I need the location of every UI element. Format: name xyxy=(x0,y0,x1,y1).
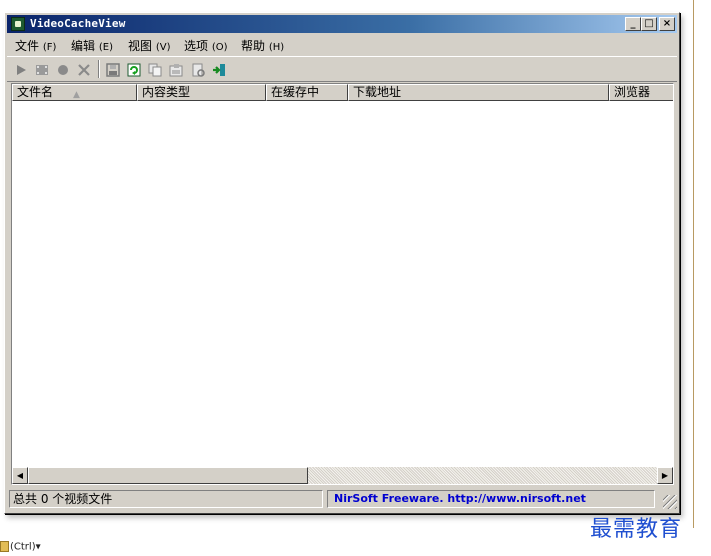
column-header-in-cache[interactable]: 在缓存中 xyxy=(266,84,348,101)
list-header: 文件名 ▲ 内容类型 在缓存中 下载地址 浏览器 xyxy=(12,84,673,101)
play-icon[interactable] xyxy=(13,62,29,78)
menu-edit[interactable]: 编辑 (E) xyxy=(71,37,113,54)
nirsoft-link[interactable]: NirSoft Freeware. http://www.nirsoft.net xyxy=(327,490,655,508)
toolbar-separator xyxy=(98,60,100,78)
video-list[interactable]: 文件名 ▲ 内容类型 在缓存中 下载地址 浏览器 ◀ ▶ xyxy=(11,83,674,485)
film-icon[interactable] xyxy=(34,62,50,78)
horizontal-scrollbar[interactable]: ◀ ▶ xyxy=(12,467,673,484)
scroll-left-button[interactable]: ◀ xyxy=(12,467,28,484)
report-icon[interactable] xyxy=(190,62,206,78)
window-title: VideoCacheView xyxy=(30,17,126,30)
menu-options[interactable]: 选项 (O) xyxy=(184,37,228,54)
column-header-filename[interactable]: 文件名 ▲ xyxy=(12,84,137,101)
menu-bar: 文件 (F) 编辑 (E) 视图 (V) 选项 (O) 帮助 (H) xyxy=(7,34,677,54)
watermark-text: 最需教育 xyxy=(590,517,683,542)
properties-icon[interactable] xyxy=(168,62,184,78)
refresh-icon[interactable] xyxy=(126,62,142,78)
resize-grip[interactable] xyxy=(663,495,677,509)
column-header-browser[interactable]: 浏览器 xyxy=(609,84,673,101)
save-icon[interactable] xyxy=(105,62,121,78)
app-window: VideoCacheView _ □ × 文件 (F) 编辑 (E) 视图 (V… xyxy=(4,12,680,514)
clipboard-icon xyxy=(0,541,9,552)
scroll-thumb[interactable] xyxy=(28,467,308,484)
toolbar xyxy=(7,56,677,82)
close-button[interactable]: × xyxy=(659,17,675,31)
app-icon[interactable] xyxy=(11,17,25,31)
title-bar[interactable]: VideoCacheView _ □ × xyxy=(7,15,677,33)
menu-file[interactable]: 文件 (F) xyxy=(15,37,56,54)
exit-icon[interactable] xyxy=(211,62,227,78)
background-window-edge xyxy=(693,0,711,528)
status-bar: 总共 0 个视频文件 NirSoft Freeware. http://www.… xyxy=(7,489,677,509)
paste-options-chip[interactable]: (Ctrl)▾ xyxy=(0,541,41,554)
scroll-right-button[interactable]: ▶ xyxy=(657,467,673,484)
column-header-content-type[interactable]: 内容类型 xyxy=(137,84,266,101)
maximize-button[interactable]: □ xyxy=(641,17,657,31)
sort-ascending-icon: ▲ xyxy=(73,90,80,100)
status-count: 总共 0 个视频文件 xyxy=(9,490,323,508)
delete-icon[interactable] xyxy=(76,62,92,78)
column-header-download-url[interactable]: 下载地址 xyxy=(348,84,609,101)
minimize-button[interactable]: _ xyxy=(625,17,641,31)
menu-view[interactable]: 视图 (V) xyxy=(128,37,171,54)
record-icon[interactable] xyxy=(55,62,71,78)
copy-icon[interactable] xyxy=(147,62,163,78)
menu-help[interactable]: 帮助 (H) xyxy=(241,37,284,54)
